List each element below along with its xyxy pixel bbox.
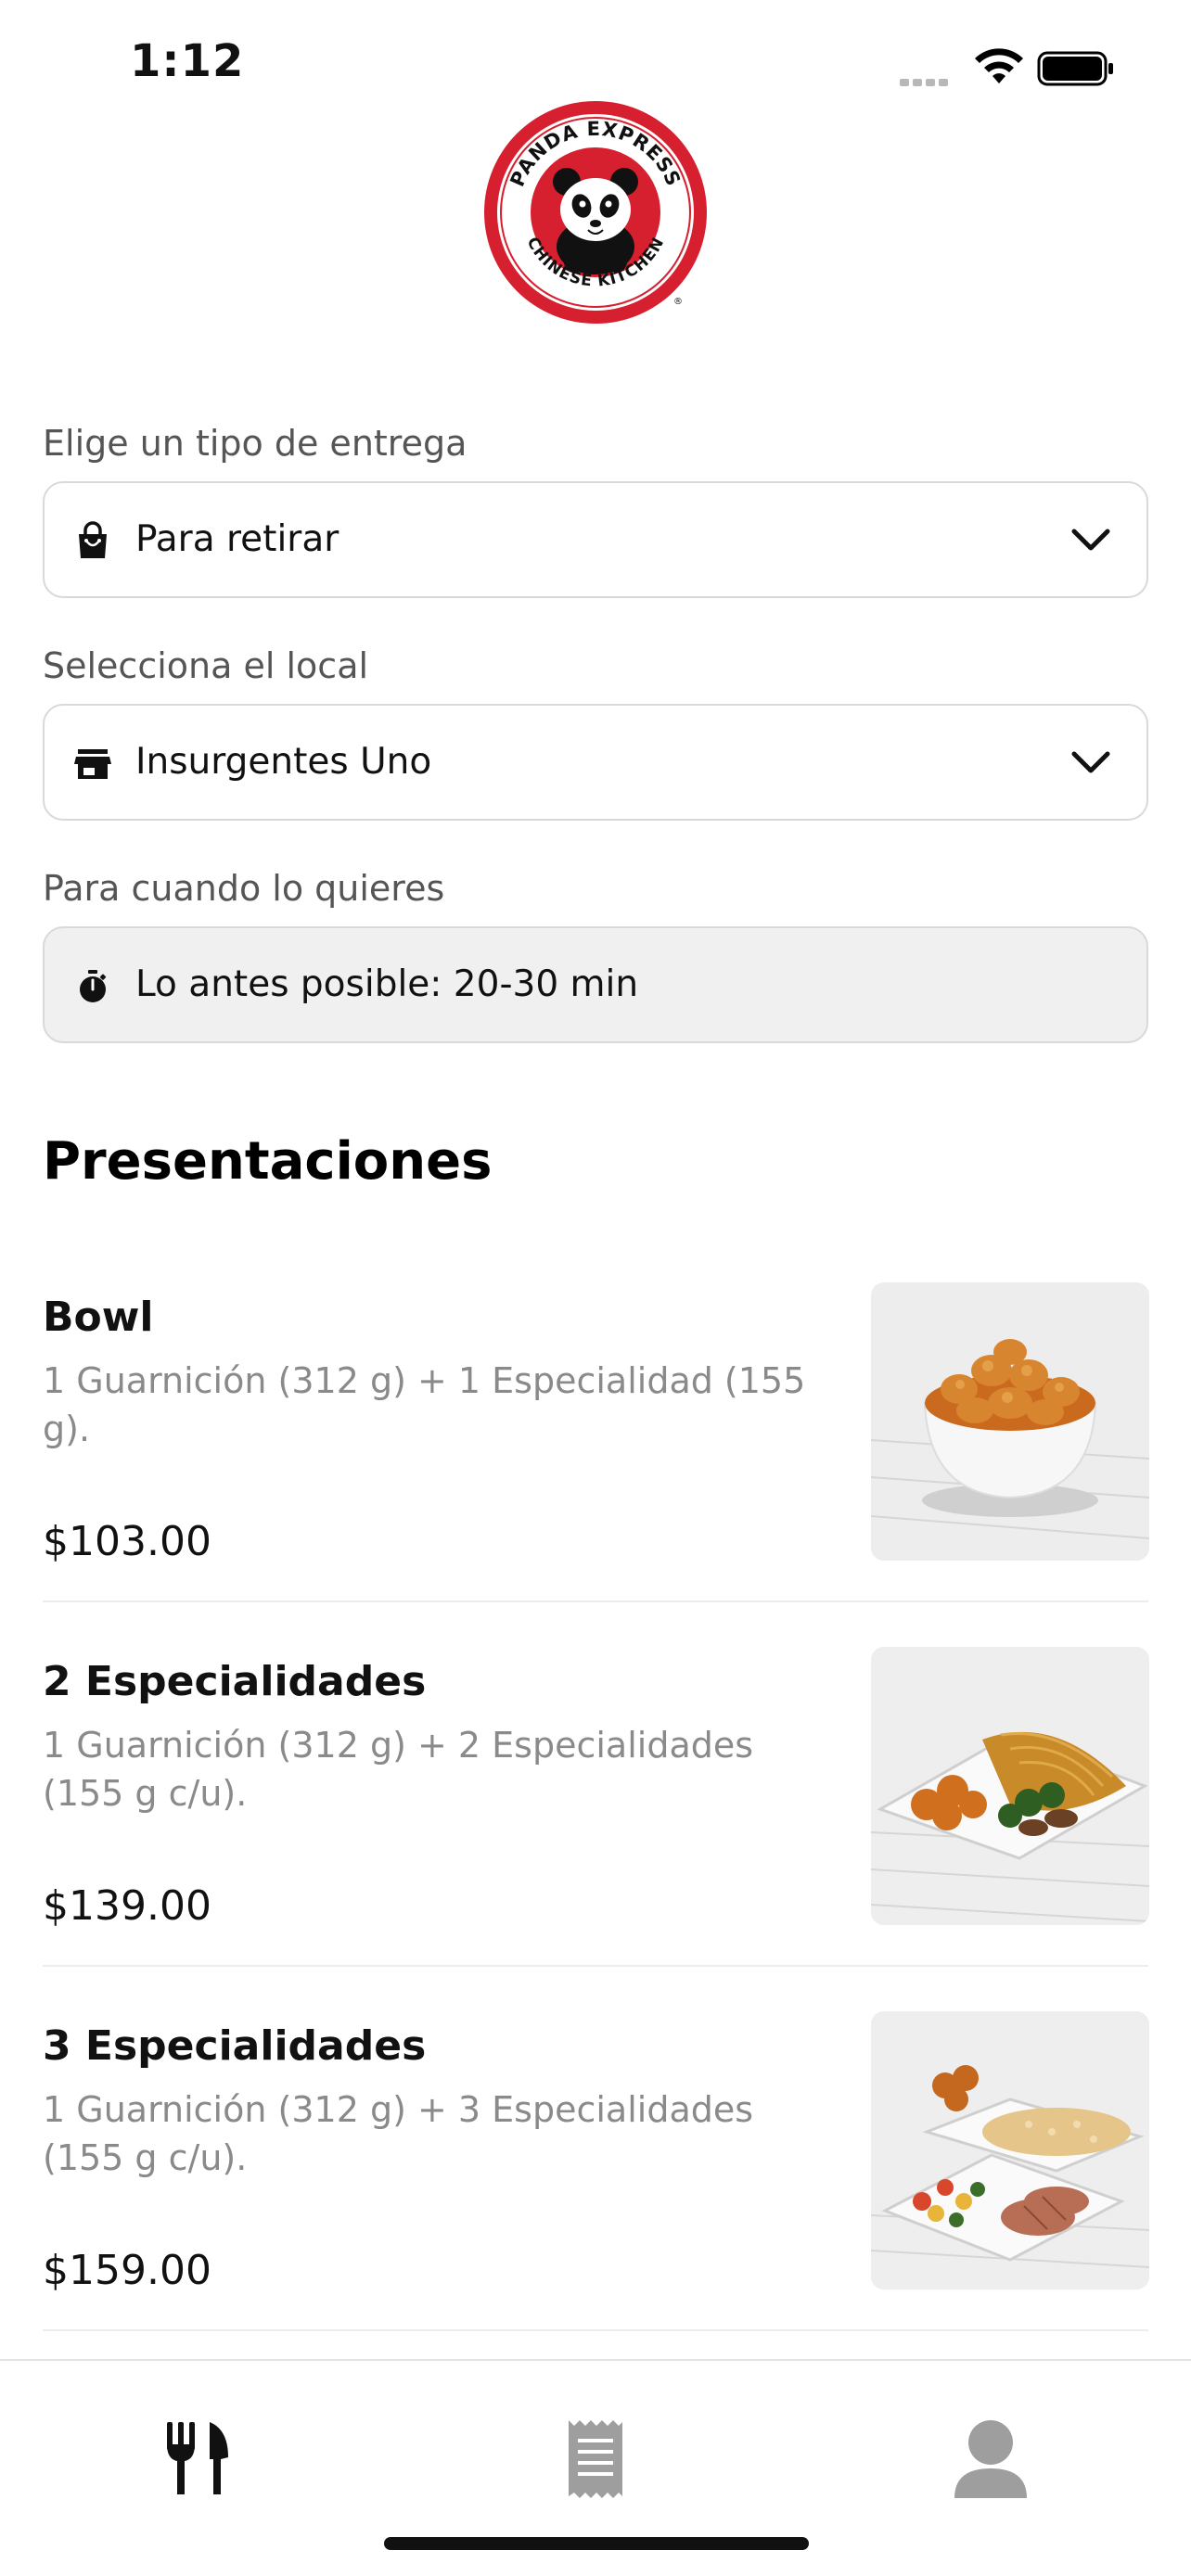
store-label: Selecciona el local xyxy=(43,645,369,686)
divider xyxy=(43,1600,1148,1602)
shopping-bag-icon xyxy=(79,521,107,558)
home-indicator xyxy=(384,2537,809,2550)
product-name: Bowl xyxy=(43,1294,154,1341)
product-description: 1 Guarnición (312 g) + 1 Especialidad (1… xyxy=(43,1360,806,1449)
schedule-field[interactable]: Lo antes posible: 20-30 min xyxy=(43,926,1148,1043)
product-image xyxy=(871,1647,1149,1925)
delivery-type-select[interactable]: Para retirar xyxy=(43,481,1148,598)
delivery-type-label: Elige un tipo de entrega xyxy=(43,423,467,464)
product-name: 3 Especialidades xyxy=(43,2022,427,2070)
receipt-icon[interactable] xyxy=(544,2407,647,2509)
product-name: 2 Especialidades xyxy=(43,1658,427,1705)
wifi-icon xyxy=(975,48,1023,83)
store-value: Insurgentes Uno xyxy=(135,741,432,783)
status-time: 1:12 xyxy=(130,35,245,87)
cellular-signal-icon xyxy=(900,72,952,90)
product-description: 1 Guarnición (312 g) + 3 Especialidades … xyxy=(43,2089,754,2178)
chevron-down-icon xyxy=(1071,751,1110,773)
stopwatch-icon xyxy=(80,970,107,1002)
product-description: 1 Guarnición (312 g) + 2 Especialidades … xyxy=(43,1725,754,1814)
section-title: Presentaciones xyxy=(43,1131,493,1192)
fork-knife-icon[interactable] xyxy=(148,2407,250,2509)
store-icon xyxy=(74,749,111,779)
divider xyxy=(43,2329,1148,2331)
divider xyxy=(43,1965,1148,1967)
schedule-label: Para cuando lo quieres xyxy=(43,868,445,909)
person-icon[interactable] xyxy=(940,2407,1042,2509)
product-price: $159.00 xyxy=(43,2247,211,2294)
product-price: $103.00 xyxy=(43,1518,211,1565)
product-card-3-especialidades[interactable]: 3 Especialidades 1 Guarnición (312 g) + … xyxy=(43,2011,1149,2301)
product-card-2-especialidades[interactable]: 2 Especialidades 1 Guarnición (312 g) + … xyxy=(43,1647,1149,1936)
product-image xyxy=(871,1282,1149,1561)
product-price: $139.00 xyxy=(43,1882,211,1930)
product-image xyxy=(871,2011,1149,2289)
product-card-bowl[interactable]: Bowl 1 Guarnición (312 g) + 1 Especialid… xyxy=(43,1282,1149,1572)
panda-express-logo: PANDA EXPRESS CHINESE KITCHEN ® xyxy=(484,101,707,324)
svg-text:®: ® xyxy=(673,297,683,307)
battery-icon xyxy=(1037,51,1113,86)
chevron-down-icon xyxy=(1071,529,1110,551)
delivery-type-value: Para retirar xyxy=(135,518,339,560)
schedule-value: Lo antes posible: 20-30 min xyxy=(135,963,639,1005)
store-select[interactable]: Insurgentes Uno xyxy=(43,704,1148,821)
